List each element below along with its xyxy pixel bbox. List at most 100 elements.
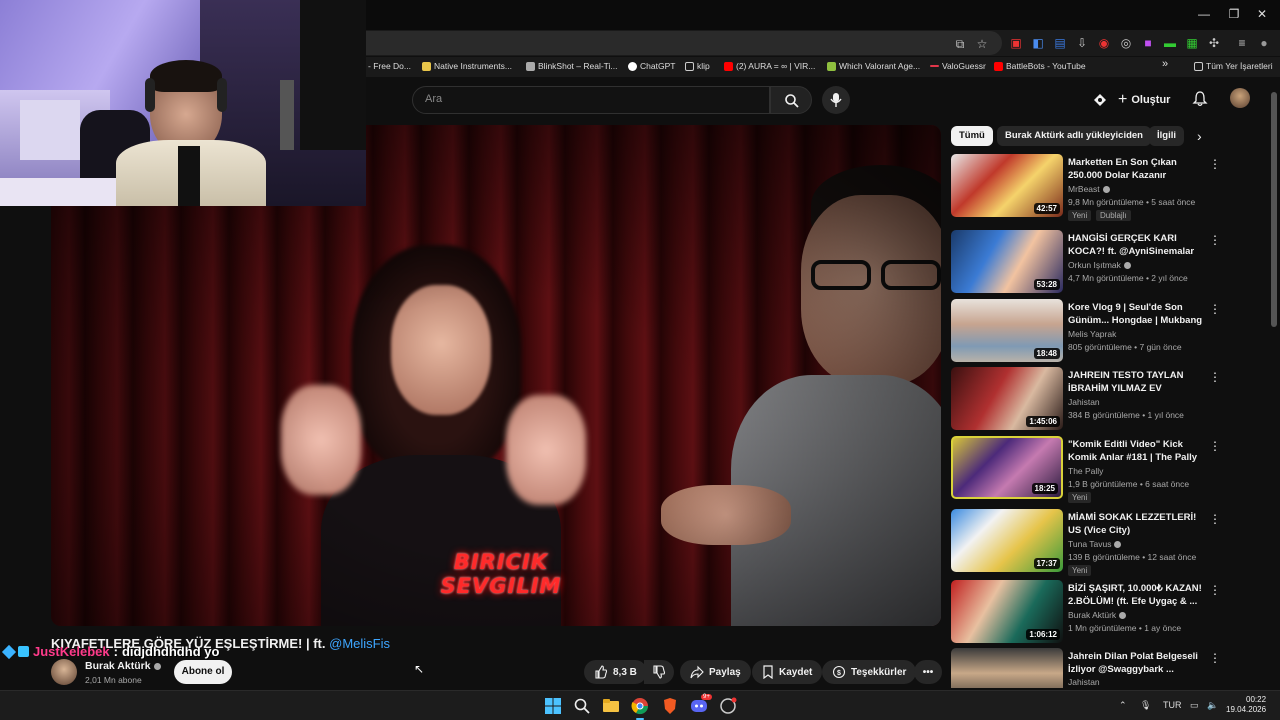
chevron-right-icon[interactable]: › — [1197, 128, 1202, 144]
rec-menu-icon[interactable]: ⋮ — [1209, 301, 1221, 317]
thanks-button[interactable]: $ Teşekkürler — [822, 660, 917, 684]
extensions-puzzle-icon[interactable]: ✣ — [1206, 35, 1222, 51]
show-hidden-icons-icon[interactable]: ⌃ — [1119, 700, 1127, 711]
file-explorer-icon[interactable] — [601, 696, 621, 716]
recommendation-item[interactable]: 1:45:06 JAHREIN TESTO TAYLAN İBRAHİM YIL… — [951, 367, 1251, 431]
recommendation-item[interactable]: 18:25 "Komik Editli Video" Kick Komik An… — [951, 436, 1251, 503]
bookmark-item[interactable]: Which Valorant Age... — [827, 61, 920, 71]
rec-channel[interactable]: Jahistan — [1068, 677, 1100, 687]
rec-title[interactable]: JAHREIN TESTO TAYLAN İBRAHİM YILMAZ EV Z… — [1068, 369, 1208, 395]
subscribe-button[interactable]: Abone ol — [174, 660, 232, 684]
extension-icon[interactable]: ■ — [1140, 35, 1156, 51]
more-actions-button[interactable]: ••• — [914, 660, 942, 684]
rec-channel[interactable]: MrBeast — [1068, 184, 1110, 194]
close-icon[interactable]: ✕ — [1254, 6, 1270, 22]
translate-extension-icon[interactable]: ◧ — [1030, 35, 1046, 51]
rec-channel[interactable]: Tuna Tavus — [1068, 539, 1122, 549]
thumbnail[interactable]: 17:37 — [951, 509, 1063, 572]
rec-title[interactable]: "Komik Editli Video" Kick Komik Anlar #1… — [1068, 438, 1208, 464]
chip-from-uploader[interactable]: Burak Aktürk adlı yükleyiciden — [997, 126, 1151, 146]
record-extension-icon[interactable]: ◉ — [1096, 35, 1112, 51]
thumbnail[interactable] — [951, 648, 1063, 688]
extension-icon[interactable]: ◎ — [1118, 35, 1134, 51]
windows-start-icon[interactable] — [543, 696, 563, 716]
recommendation-item[interactable]: Jahrein Dilan Polat Belgeseli İzliyor @S… — [951, 648, 1251, 688]
bookmark-item[interactable]: BlinkShot – Real-Ti... — [526, 61, 618, 71]
voice-search-button[interactable] — [822, 86, 850, 114]
playlist-icon[interactable]: ≡ — [1234, 35, 1250, 51]
search-icon[interactable] — [572, 696, 592, 716]
taskbar-clock[interactable]: 00:22 19.04.2026 — [1226, 695, 1266, 715]
rec-menu-icon[interactable]: ⋮ — [1209, 582, 1221, 598]
rec-title[interactable]: Kore Vlog 9 | Seul'de Son Günüm... Hongd… — [1068, 301, 1208, 327]
hype-icon[interactable] — [1092, 92, 1108, 108]
like-button[interactable]: 8,3 B — [584, 660, 647, 684]
browser-menu-icon[interactable]: ⋮ — [1276, 35, 1280, 51]
brave-icon[interactable] — [660, 696, 680, 716]
volume-icon[interactable]: 🔈 — [1207, 700, 1218, 711]
app-icon[interactable] — [718, 696, 738, 716]
recommendation-item[interactable]: 18:48 Kore Vlog 9 | Seul'de Son Günüm...… — [951, 299, 1251, 363]
rec-menu-icon[interactable]: ⋮ — [1209, 650, 1221, 666]
channel-avatar[interactable] — [51, 659, 77, 685]
rec-title[interactable]: Jahrein Dilan Polat Belgeseli İzliyor @S… — [1068, 650, 1208, 676]
thumbnail[interactable]: 1:06:12 — [951, 580, 1063, 643]
channel-name[interactable]: Burak Aktürk — [85, 660, 161, 672]
bookmark-item[interactable]: (2) AURA = ∞ | VIR... — [724, 61, 815, 71]
rec-title[interactable]: MİAMİ SOKAK LEZZETLERİ! US (Vice City) — [1068, 511, 1208, 537]
rec-title[interactable]: HANGİSİ GERÇEK KARI KOCA?! ft. @AyniSine… — [1068, 232, 1208, 258]
chip-related[interactable]: İlgili — [1149, 126, 1184, 146]
address-field[interactable]: ⧉ ☆ — [366, 31, 1002, 55]
thumbnail[interactable]: 18:25 — [951, 436, 1063, 499]
rec-channel[interactable]: Burak Aktürk — [1068, 610, 1127, 620]
input-language[interactable]: TUR — [1163, 700, 1182, 710]
rec-channel[interactable]: Orkun Işıtmak — [1068, 260, 1131, 270]
download-extension-icon[interactable]: ⇩ — [1074, 35, 1090, 51]
rec-menu-icon[interactable]: ⋮ — [1209, 511, 1221, 527]
rec-menu-icon[interactable]: ⋮ — [1209, 438, 1221, 454]
notifications-bell-icon[interactable] — [1192, 91, 1208, 107]
microphone-icon[interactable]: 🎙 — [1140, 700, 1151, 711]
install-app-icon[interactable]: ⧉ — [952, 36, 968, 52]
thumbnail[interactable]: 1:45:06 — [951, 367, 1063, 430]
chip-all[interactable]: Tümü — [951, 126, 993, 146]
create-button[interactable]: + Oluştur — [1118, 87, 1170, 113]
extension-icon[interactable]: ▣ — [1008, 35, 1024, 51]
account-avatar[interactable] — [1230, 88, 1250, 108]
save-button[interactable]: Kaydet — [752, 660, 823, 684]
bookmark-star-icon[interactable]: ☆ — [974, 36, 990, 52]
recommendation-item[interactable]: 53:28 HANGİSİ GERÇEK KARI KOCA?! ft. @Ay… — [951, 230, 1251, 294]
page-scrollbar[interactable] — [1271, 92, 1277, 327]
dislike-button[interactable] — [644, 660, 674, 684]
rec-channel[interactable]: Melis Yaprak — [1068, 329, 1116, 339]
thumbnail[interactable]: 42:57 — [951, 154, 1063, 217]
extension-icon[interactable]: ▦ — [1184, 35, 1200, 51]
bookmark-item[interactable]: ChatGPT — [628, 61, 675, 71]
extension-icon[interactable]: ▬ — [1162, 35, 1178, 51]
all-bookmarks-button[interactable]: Tüm Yer İşaretleri — [1194, 61, 1273, 71]
chrome-icon[interactable] — [630, 696, 650, 716]
minimize-icon[interactable]: — — [1196, 6, 1212, 22]
restore-icon[interactable]: ❐ — [1226, 6, 1242, 22]
recommendation-item[interactable]: 17:37 MİAMİ SOKAK LEZZETLERİ! US (Vice C… — [951, 509, 1251, 576]
share-button[interactable]: Paylaş — [680, 660, 751, 684]
rec-menu-icon[interactable]: ⋮ — [1209, 232, 1221, 248]
search-input[interactable]: Ara — [412, 86, 770, 114]
rec-menu-icon[interactable]: ⋮ — [1209, 156, 1221, 172]
bookmark-item[interactable]: Native Instruments... — [422, 61, 512, 71]
profile-icon[interactable]: ● — [1256, 35, 1272, 51]
recommendation-item[interactable]: 42:57 Marketten En Son Çıkan 250.000 Dol… — [951, 154, 1251, 221]
rec-title[interactable]: BİZİ ŞAŞIRT, 10.000₺ KAZAN! 2.BÖLÜM! (ft… — [1068, 582, 1208, 608]
recommendation-item[interactable]: 1:06:12 BİZİ ŞAŞIRT, 10.000₺ KAZAN! 2.BÖ… — [951, 580, 1251, 644]
more-bookmarks-button[interactable]: » — [1162, 58, 1168, 70]
rec-channel[interactable]: The Pally — [1068, 466, 1103, 476]
bookmark-item[interactable]: - Free Do... — [368, 61, 411, 71]
video-title-mention-link[interactable]: @MelisFis — [329, 636, 390, 651]
rec-menu-icon[interactable]: ⋮ — [1209, 369, 1221, 385]
bookmark-item[interactable]: klip — [685, 61, 710, 71]
thumbnail[interactable]: 18:48 — [951, 299, 1063, 362]
extension-icon[interactable]: ▤ — [1052, 35, 1068, 51]
bookmark-item[interactable]: BattleBots - YouTube — [994, 61, 1086, 71]
network-icon[interactable]: ▭ — [1190, 700, 1199, 711]
search-button[interactable] — [770, 86, 812, 114]
